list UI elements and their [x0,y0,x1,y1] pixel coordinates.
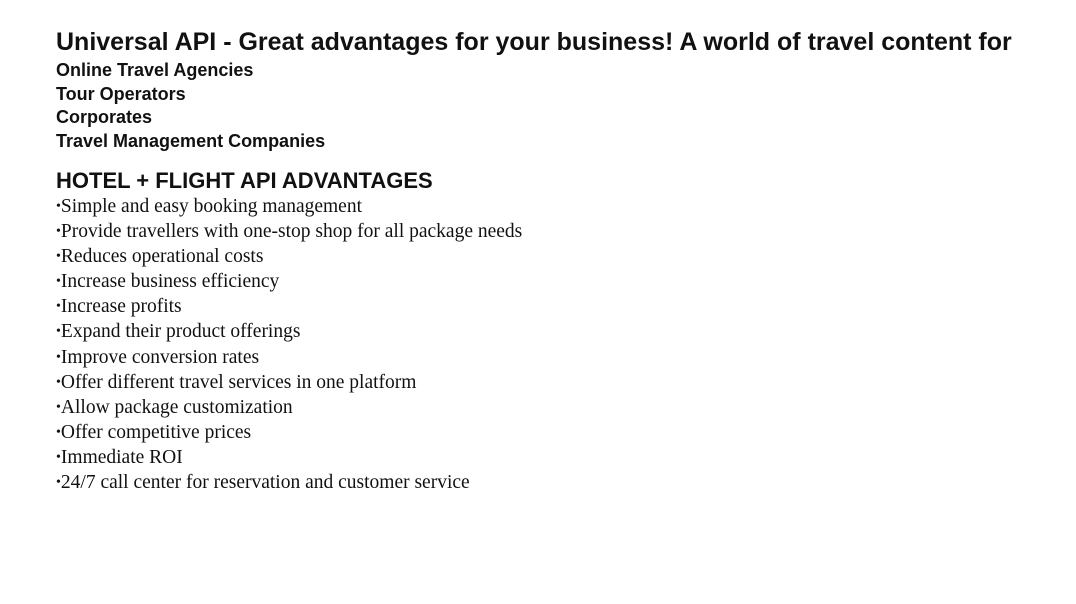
list-item: •Expand their product offerings [56,319,1056,344]
list-item: •Provide travellers with one-stop shop f… [56,219,1056,244]
list-item-text: 24/7 call center for reservation and cus… [60,472,470,494]
list-item-text: Simple and easy booking management [60,196,363,217]
list-item: •Increase business efficiency [56,269,1056,294]
list-item-text: Reduces operational costs [60,246,264,268]
audience-list: Online Travel Agencies Tour Operators Co… [56,59,1056,153]
list-item: •Improve conversion rates [56,345,1056,370]
list-item-text: Improve conversion rates [60,346,260,368]
list-item: •Immediate ROI [56,445,1056,470]
list-item-text: Increase business efficiency [60,271,280,293]
audience-item: Corporates [56,107,153,127]
section-heading: HOTEL + FLIGHT API ADVANTAGES [56,168,433,193]
list-item: •Increase profits [56,294,1056,319]
list-item: •Offer different travel services in one … [56,370,1056,395]
advantages-list: •Simple and easy booking management •Pro… [56,194,1056,495]
list-item: •24/7 call center for reservation and cu… [56,470,1056,495]
list-item-text: Increase profits [60,296,182,318]
list-item-text: Expand their product offerings [60,321,301,343]
list-item: •Simple and easy booking management [56,194,1056,219]
audience-item: Tour Operators [56,83,186,104]
list-item: •Allow package customization [56,395,1056,420]
list-item-text: Provide travellers with one-stop shop fo… [60,221,523,243]
list-item-text: Allow package customization [60,396,293,418]
audience-item: Online Travel Agencies [56,60,254,80]
list-item: •Reduces operational costs [56,244,1056,269]
slide-content: Universal API - Great advantages for you… [56,26,1056,495]
page-title: Universal API - Great advantages for you… [56,28,1012,56]
list-item-text: Immediate ROI [60,446,183,468]
audience-item: Travel Management Companies [56,130,326,151]
list-item-text: Offer competitive prices [60,421,252,443]
list-item-text: Offer different travel services in one p… [60,371,417,393]
list-item: •Offer competitive prices [56,420,1056,445]
